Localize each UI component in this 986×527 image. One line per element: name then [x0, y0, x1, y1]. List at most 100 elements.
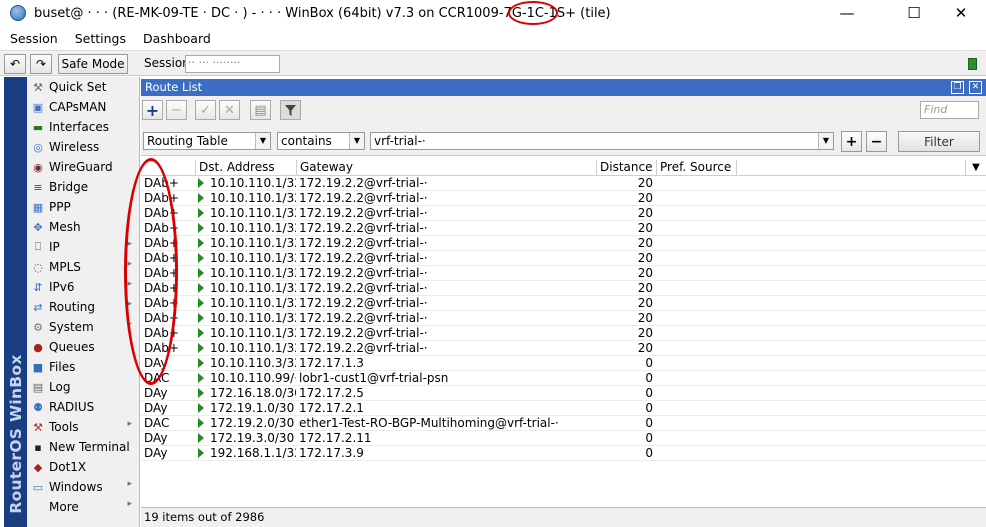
sidebar-item-label: Wireless — [49, 140, 100, 154]
table-row[interactable]: DAy 192.168.1.1/32 172.17.3.9 0 — [141, 446, 986, 461]
filter-field-select[interactable]: Routing Table ▼ — [143, 132, 271, 150]
undo-button[interactable]: ↶ — [4, 54, 26, 74]
menu-session[interactable]: Session — [0, 31, 65, 46]
table-row[interactable]: DAy 172.16.18.0/30 172.17.2.5 0 — [141, 386, 986, 401]
menu-settings[interactable]: Settings — [65, 31, 133, 46]
restore-window-icon[interactable]: ❐ — [951, 81, 964, 94]
close-window-icon[interactable]: ✕ — [969, 81, 982, 94]
route-active-arrow-icon — [198, 283, 204, 293]
table-row[interactable]: DAb+ 10.10.110.1/32 172.19.2.2@vrf-trial-·… — [141, 191, 986, 206]
apply-filter-button[interactable]: Filter — [898, 131, 980, 152]
column-gateway[interactable]: Gateway — [297, 160, 597, 176]
route-distance: 20 — [637, 296, 653, 310]
add-route-button[interactable]: + — [142, 100, 163, 120]
column-pref-source[interactable]: Pref. Source — [657, 160, 737, 176]
sidebar-item-ppp[interactable]: ▦ PPP — [27, 197, 139, 217]
table-row[interactable]: DAb+ 10.10.110.1/32 172.19.2.2@vrf-trial-·… — [141, 266, 986, 281]
sidebar-item-dot1x[interactable]: ◆ Dot1X — [27, 457, 139, 477]
sidebar-item-wireguard[interactable]: ◉ WireGuard — [27, 157, 139, 177]
sidebar-item-files[interactable]: ■ Files — [27, 357, 139, 377]
sidebar-item-system[interactable]: ⚙ System ▸ — [27, 317, 139, 337]
menu-bar: Session Settings Dashboard — [0, 28, 986, 48]
route-dst-address: 10.10.110.1/32 — [198, 206, 296, 221]
safe-mode-button[interactable]: Safe Mode — [58, 54, 128, 74]
close-button[interactable]: ✕ — [938, 0, 984, 26]
menu-dashboard[interactable]: Dashboard — [133, 31, 218, 46]
filter-toggle-button[interactable] — [280, 100, 301, 120]
sidebar-item-label: More — [49, 500, 79, 514]
add-filter-button[interactable]: + — [841, 131, 862, 152]
filter-value-input[interactable]: vrf-trial-· ▼ — [370, 132, 834, 150]
table-row[interactable]: DAb+ 10.10.110.1/32 172.19.2.2@vrf-trial-·… — [141, 221, 986, 236]
route-flags: DAy — [144, 446, 168, 460]
route-gateway: 172.17.2.5 — [299, 386, 364, 400]
sidebar-item-more[interactable]: More ▸ — [27, 497, 139, 517]
sidebar-icon: ▣ — [32, 100, 44, 114]
remove-filter-button[interactable]: − — [866, 131, 887, 152]
minimize-button[interactable]: — — [824, 0, 870, 26]
table-row[interactable]: DAb+ 10.10.110.1/32 172.19.2.2@vrf-trial-·… — [141, 281, 986, 296]
route-active-arrow-icon — [198, 193, 204, 203]
sidebar-icon: ▤ — [32, 380, 44, 394]
find-input[interactable]: Find — [920, 101, 979, 119]
sidebar-item-mpls[interactable]: ◌ MPLS ▸ — [27, 257, 139, 277]
disable-button[interactable]: ✕ — [219, 100, 240, 120]
route-active-arrow-icon — [198, 403, 204, 413]
table-row[interactable]: DAb+ 10.10.110.1/32 172.19.2.2@vrf-trial-·… — [141, 296, 986, 311]
sidebar-item-interfaces[interactable]: ▬ Interfaces — [27, 117, 139, 137]
table-row[interactable]: DAb+ 10.10.110.1/32 172.19.2.2@vrf-trial-·… — [141, 326, 986, 341]
route-list-title-bar: Route List ❐ ✕ — [141, 79, 986, 96]
sidebar-item-ipv6[interactable]: ⇵ IPv6 ▸ — [27, 277, 139, 297]
maximize-button[interactable]: ☐ — [891, 0, 937, 26]
route-gateway: 172.19.2.2@vrf-trial-· — [299, 296, 428, 310]
sidebar-item-wireless[interactable]: ◎ Wireless — [27, 137, 139, 157]
table-row[interactable]: DAb+ 10.10.110.1/32 172.19.2.2@vrf-trial-·… — [141, 311, 986, 326]
column-distance[interactable]: Distance — [597, 160, 657, 176]
filter-operator-select[interactable]: contains ▼ — [277, 132, 365, 150]
table-row[interactable]: DAb+ 10.10.110.1/32 172.19.2.2@vrf-trial-·… — [141, 176, 986, 191]
sidebar-item-log[interactable]: ▤ Log — [27, 377, 139, 397]
route-dst-text: 10.10.110.1/32 — [210, 296, 296, 310]
table-row[interactable]: DAC 10.10.110.99/· lobr1-cust1@vrf-trial-p… — [141, 371, 986, 386]
sidebar-icon: ⚒ — [33, 420, 43, 434]
sidebar-item-tools[interactable]: ⚒ Tools ▸ — [27, 417, 139, 437]
table-row[interactable]: DAb+ 10.10.110.1/32 172.19.2.2@vrf-trial-·… — [141, 341, 986, 356]
table-row[interactable]: DAb+ 10.10.110.1/32 172.19.2.2@vrf-trial-·… — [141, 206, 986, 221]
sidebar-item-quick-set[interactable]: ⚒ Quick Set — [27, 77, 139, 97]
enable-button[interactable]: ✓ — [195, 100, 216, 120]
route-flags: DAy — [144, 431, 168, 445]
sidebar-item-capsman[interactable]: ▣ CAPsMAN — [27, 97, 139, 117]
sidebar-icon: ▬ — [32, 120, 44, 134]
route-active-arrow-icon — [198, 328, 204, 338]
route-active-arrow-icon — [198, 433, 204, 443]
sidebar-item-routing[interactable]: ⇄ Routing ▸ — [27, 297, 139, 317]
sidebar-item-bridge[interactable]: ≡ Bridge — [27, 177, 139, 197]
column-chooser-icon[interactable]: ▼ — [965, 160, 986, 176]
sidebar-item-label: Windows — [49, 480, 103, 494]
check-icon: ✓ — [200, 102, 211, 118]
sidebar-item-windows[interactable]: ▭ Windows ▸ — [27, 477, 139, 497]
sidebar-item-mesh[interactable]: ✥ Mesh — [27, 217, 139, 237]
sidebar-item-label: System — [49, 320, 94, 334]
table-row[interactable]: DAC 172.19.2.0/30 ether1-Test-RO-BGP-Multi… — [141, 416, 986, 431]
route-list-toolbar: + − ✓ ✕ ▤ Find — [141, 96, 986, 124]
redo-icon: ↷ — [35, 57, 47, 71]
sidebar-item-queues[interactable]: ● Queues — [27, 337, 139, 357]
sidebar-item-ip[interactable]: ⎕ IP ▸ — [27, 237, 139, 257]
sidebar-item-new-terminal[interactable]: ▪ New Terminal — [27, 437, 139, 457]
table-row[interactable]: DAy 10.10.110.3/32 172.17.1.3 0 — [141, 356, 986, 371]
session-field[interactable]: ·· ··· ········ — [185, 55, 280, 73]
comment-button[interactable]: ▤ — [250, 100, 271, 120]
remove-route-button[interactable]: − — [166, 100, 187, 120]
sidebar-item-radius[interactable]: ⚉ RADIUS — [27, 397, 139, 417]
sidebar-item-label: Dot1X — [49, 460, 87, 474]
table-row[interactable]: DAy 172.19.1.0/30 172.17.2.1 0 — [141, 401, 986, 416]
route-gateway: 172.19.2.2@vrf-trial-· — [299, 236, 428, 250]
table-row[interactable]: DAb+ 10.10.110.1/32 172.19.2.2@vrf-trial-·… — [141, 251, 986, 266]
route-distance: 20 — [637, 251, 653, 265]
table-row[interactable]: DAb+ 10.10.110.1/32 172.19.2.2@vrf-trial-·… — [141, 236, 986, 251]
chevron-right-icon: ▸ — [127, 479, 132, 489]
redo-button[interactable]: ↷ — [30, 54, 52, 74]
column-dst-address[interactable]: Dst. Address — [196, 160, 297, 176]
table-row[interactable]: DAy 172.19.3.0/30 172.17.2.11 0 — [141, 431, 986, 446]
